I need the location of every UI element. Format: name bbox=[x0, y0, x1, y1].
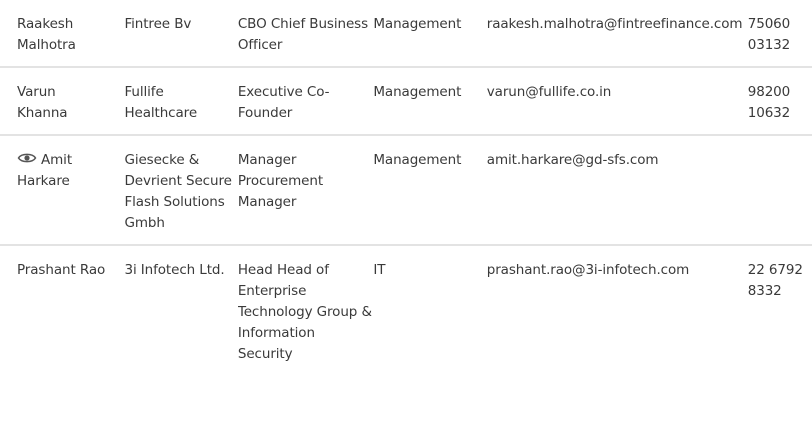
phone-line-2: 10632 bbox=[747, 105, 791, 121]
contacts-table: Raakesh Malhotra Fintree Bv CBO Chief Bus… bbox=[0, 0, 812, 375]
phone-cell: 22 6792 8332 bbox=[748, 245, 812, 375]
company-cell: 3i Infotech Ltd. bbox=[124, 262, 225, 278]
email-cell: amit.harkare@gd-sfs.com bbox=[486, 135, 748, 246]
email-cell: prashant.rao@3i-infotech.com bbox=[487, 245, 748, 375]
contact-name-cell: Amit Harkare bbox=[0, 135, 125, 246]
email-link[interactable]: prashant.rao@3i-infotech.com bbox=[487, 262, 690, 278]
department-cell: Management bbox=[373, 67, 487, 136]
phone-line-1: 22 6792 bbox=[747, 262, 803, 278]
email-link[interactable]: amit.harkare@gd-sfs.com bbox=[487, 152, 659, 168]
department-cell: Management bbox=[373, 135, 487, 246]
phone-line-2: 03132 bbox=[747, 37, 791, 53]
department-cell: Management bbox=[373, 0, 487, 68]
table-row: Raakesh Malhotra Fintree Bv CBO Chief Bus… bbox=[0, 0, 812, 68]
table-row: Varun Khanna Fullife Healthcare Executive… bbox=[0, 67, 812, 136]
company-cell: Fullife Healthcare bbox=[124, 67, 238, 136]
phone-cell: 75060 03132 bbox=[747, 0, 812, 68]
department-cell: IT bbox=[373, 262, 386, 278]
phone-cell: 98200 10632 bbox=[747, 67, 812, 136]
company-cell: Fintree Bv bbox=[124, 0, 238, 68]
job-title-cell: Head Head of Enterprise Technology Group… bbox=[237, 262, 372, 362]
job-title-cell: CBO Chief Business Officer bbox=[237, 0, 374, 68]
phone-cell bbox=[747, 135, 812, 246]
contact-name-cell: Prashant Rao bbox=[0, 245, 124, 375]
contact-name[interactable]: Varun Khanna bbox=[17, 84, 68, 121]
contact-name[interactable]: Raakesh Malhotra bbox=[17, 16, 76, 53]
table-row: Prashant Rao 3i Infotech Ltd. Head Head … bbox=[0, 245, 812, 375]
email-link[interactable]: raakesh.malhotra@fintreefinance.com bbox=[487, 16, 743, 32]
email-cell: raakesh.malhotra@fintreefinance.com bbox=[486, 0, 748, 68]
phone-line-1: 75060 bbox=[747, 16, 791, 32]
table-row: Amit Harkare Giesecke & Devrient Secure F… bbox=[0, 135, 812, 246]
contact-name-cell: Raakesh Malhotra bbox=[0, 0, 125, 68]
contact-name[interactable]: Prashant Rao bbox=[17, 262, 105, 278]
email-cell: varun@fullife.co.in bbox=[486, 67, 748, 136]
email-link[interactable]: varun@fullife.co.in bbox=[487, 84, 612, 100]
phone-line-1: 98200 bbox=[747, 84, 791, 100]
contact-name-cell: Varun Khanna bbox=[0, 67, 125, 136]
job-title-cell: Executive Co-Founder bbox=[237, 67, 374, 136]
company-cell: Giesecke & Devrient Secure Flash Solutio… bbox=[124, 135, 238, 246]
job-title-cell: Manager Procurement Manager bbox=[237, 135, 374, 246]
eye-icon[interactable] bbox=[17, 151, 37, 165]
phone-line-2: 8332 bbox=[747, 283, 782, 299]
